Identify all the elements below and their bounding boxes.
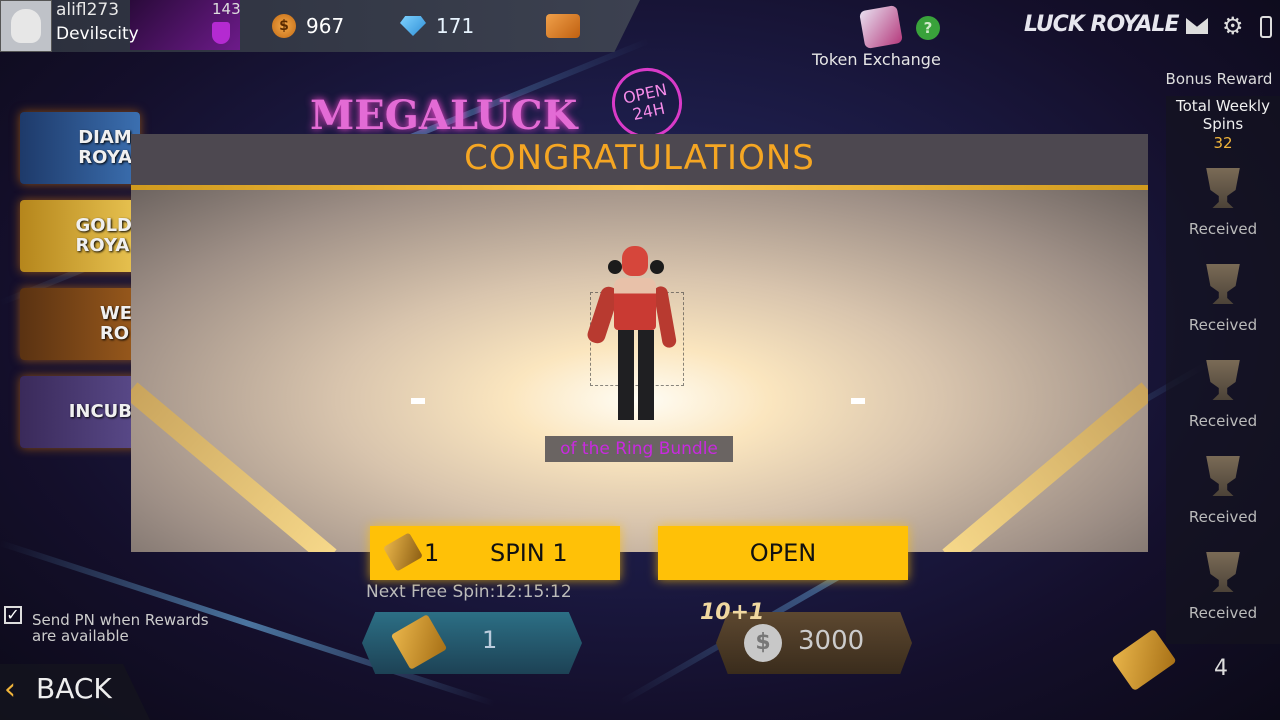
ticket-icon: [383, 532, 423, 572]
reward-status: Received: [1188, 508, 1258, 526]
spin-1-cost: 1: [424, 539, 440, 567]
mail-icon[interactable]: [1186, 18, 1208, 34]
help-icon[interactable]: ?: [916, 16, 940, 40]
modal-title: CONGRATULATIONS: [464, 138, 815, 178]
open-button[interactable]: OPEN: [658, 526, 908, 580]
spin-ten-cost: 3000: [798, 626, 865, 656]
stage-light-left: [411, 398, 425, 404]
spin-1-button[interactable]: 1 SPIN 1: [370, 526, 620, 580]
reward-status: Received: [1188, 316, 1258, 334]
skull-icon: [11, 9, 41, 43]
reward-status: Received: [1188, 220, 1258, 238]
spin-1-label: SPIN 1: [490, 539, 568, 567]
bonus-reward-item[interactable]: Received: [1170, 264, 1276, 356]
trophy-icon: [1206, 456, 1240, 496]
ten-plus-one-label: 10+1: [700, 600, 765, 625]
player-level: 143: [212, 0, 241, 18]
notify-checkbox[interactable]: ✓: [4, 606, 22, 624]
ticket-count: 4: [1214, 656, 1228, 681]
diamond-count: 171: [436, 14, 475, 38]
character-torso: [614, 278, 656, 330]
sidebar-item-gold-royale[interactable]: GOLD ROYA: [20, 200, 140, 272]
back-label: BACK: [36, 672, 112, 705]
trophy-icon: [1206, 360, 1240, 400]
chevron-left-icon: ‹: [4, 672, 16, 707]
character-legs: [618, 330, 654, 420]
trophy-icon: [1206, 552, 1240, 592]
reward-character: [580, 244, 690, 420]
bonus-reward-item[interactable]: Received: [1170, 360, 1276, 452]
reward-item-name: of the Ring Bundle: [545, 436, 733, 462]
trophy-icon: [1206, 264, 1240, 304]
character-hair: [650, 260, 664, 274]
bonus-reward-item[interactable]: Received: [1170, 168, 1276, 260]
bonus-reward-item[interactable]: Received: [1170, 552, 1276, 644]
membership-card-icon[interactable]: [546, 14, 580, 38]
sidebar-item-diamond-royale[interactable]: DIAM ROYA: [20, 112, 140, 184]
rank-shield-icon: [212, 22, 230, 44]
username: alifl273: [56, 0, 120, 20]
token-exchange-label[interactable]: Token Exchange: [812, 50, 941, 69]
gold-count: 967: [306, 14, 345, 38]
gold-coin-icon: $: [272, 14, 296, 38]
character-mask: [622, 246, 648, 276]
stage-light-right: [851, 398, 865, 404]
sidebar-item-incubator[interactable]: INCUB: [20, 376, 140, 448]
next-free-spin-timer: Next Free Spin:12:15:12: [366, 582, 572, 602]
sidebar-item-label: DIAM ROYA: [78, 127, 132, 168]
notify-label: Send PN when Rewards are available: [32, 611, 209, 645]
phone-icon[interactable]: [1260, 16, 1272, 38]
sidebar-item-label: WE RO: [99, 303, 132, 344]
reward-status: Received: [1188, 604, 1258, 622]
bonus-reward-item[interactable]: Received: [1170, 456, 1276, 548]
bonus-reward-title: Bonus Reward: [1165, 70, 1273, 88]
currency-icon: $: [744, 624, 782, 662]
sidebar-item-weapon-royale[interactable]: WE RO: [20, 288, 140, 360]
character-hair: [608, 260, 622, 274]
reward-status: Received: [1188, 412, 1258, 430]
sidebar-item-label: GOLD ROYA: [75, 215, 133, 256]
stage-beam-left: [131, 382, 337, 552]
spin-ticket-cost: 1: [482, 626, 498, 654]
weekly-spins-label: Total Weekly Spins: [1176, 97, 1270, 133]
stage-beam-right: [942, 382, 1148, 552]
weekly-spins-count: 32: [1213, 134, 1233, 152]
megaluck-banner: MEGALUCK: [310, 92, 578, 139]
open-24h-badge: OPEN 24H: [605, 61, 689, 145]
mode-title: LUCK ROYALE: [1024, 12, 1179, 37]
trophy-icon: [1206, 168, 1240, 208]
sidebar-item-label: INCUB: [68, 401, 132, 422]
token-exchange-icon[interactable]: [858, 4, 904, 50]
avatar[interactable]: [0, 0, 52, 52]
gear-icon[interactable]: ⚙: [1222, 14, 1246, 38]
guild-name: Devilscity: [56, 24, 139, 44]
